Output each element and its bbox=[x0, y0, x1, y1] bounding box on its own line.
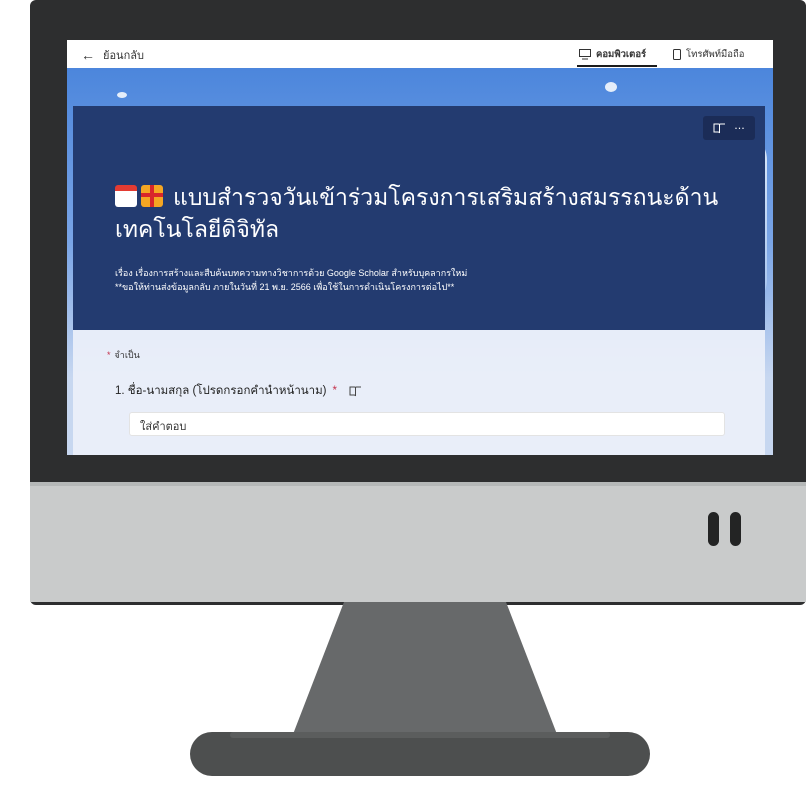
arrow-left-icon: ← bbox=[81, 47, 95, 63]
question-1-answer-input[interactable]: ใส่คำตอบ bbox=[129, 412, 725, 436]
back-button[interactable]: ← ย้อนกลับ bbox=[81, 46, 144, 64]
view-computer-label: คอมพิวเตอร์ bbox=[596, 49, 647, 60]
form-description-line1: เรื่อง เรื่องการสร้างและสืบค้นบทความทางว… bbox=[115, 268, 468, 278]
gift-icon bbox=[141, 185, 163, 207]
monitor-icon bbox=[579, 49, 591, 60]
view-computer-tab[interactable]: คอมพิวเตอร์ bbox=[579, 47, 646, 62]
more-options-icon[interactable]: ··· bbox=[734, 122, 745, 135]
monitor-chin bbox=[30, 484, 806, 602]
preview-topbar: ← ย้อนกลับ คอมพิวเตอร์ โทรศัพท์มือถือ bbox=[67, 40, 773, 69]
book-icon[interactable] bbox=[713, 123, 726, 134]
cloud-decoration bbox=[605, 82, 617, 92]
form-description-line2: **ขอให้ท่านส่งข้อมูลกลับ ภายในวันที่ 21 … bbox=[115, 282, 455, 292]
back-label: ย้อนกลับ bbox=[103, 50, 144, 62]
cloud-decoration bbox=[117, 92, 127, 98]
monitor-stand-base-highlight bbox=[230, 732, 610, 738]
required-label: จำเป็น bbox=[114, 350, 140, 360]
required-note: * จำเป็น bbox=[107, 348, 140, 362]
screen: ← ย้อนกลับ คอมพิวเตอร์ โทรศัพท์มือถือ ··… bbox=[67, 40, 773, 455]
monitor-stand-base bbox=[190, 732, 650, 776]
view-phone-tab[interactable]: โทรศัพท์มือถือ bbox=[673, 47, 744, 62]
header-tools: ··· bbox=[703, 116, 755, 140]
monitor-led-right bbox=[730, 512, 741, 546]
question-1: 1. ชื่อ-นามสกุล (โปรดกรอกคำนำหน้านาม) * bbox=[115, 382, 362, 400]
book-icon[interactable] bbox=[349, 386, 362, 397]
view-phone-label: โทรศัพท์มือถือ bbox=[686, 49, 745, 60]
required-star: * bbox=[107, 350, 111, 360]
calendar-icon bbox=[115, 185, 137, 207]
question-1-label: 1. ชื่อ-นามสกุล (โปรดกรอกคำนำหน้านาม) bbox=[115, 385, 327, 397]
active-tab-indicator bbox=[577, 65, 657, 67]
phone-icon bbox=[673, 49, 681, 60]
monitor-led-left bbox=[708, 512, 719, 546]
monitor-stand-neck bbox=[290, 602, 560, 742]
question-1-required-star: * bbox=[332, 385, 337, 397]
monitor-chin-edge bbox=[30, 482, 806, 486]
form-title: แบบสำรวจวันเข้าร่วมโครงการเสริมสร้างสมรร… bbox=[115, 182, 755, 246]
form-title-text: แบบสำรวจวันเข้าร่วมโครงการเสริมสร้างสมรร… bbox=[115, 185, 719, 243]
form-description: เรื่อง เรื่องการสร้างและสืบค้นบทความทางว… bbox=[115, 266, 755, 294]
